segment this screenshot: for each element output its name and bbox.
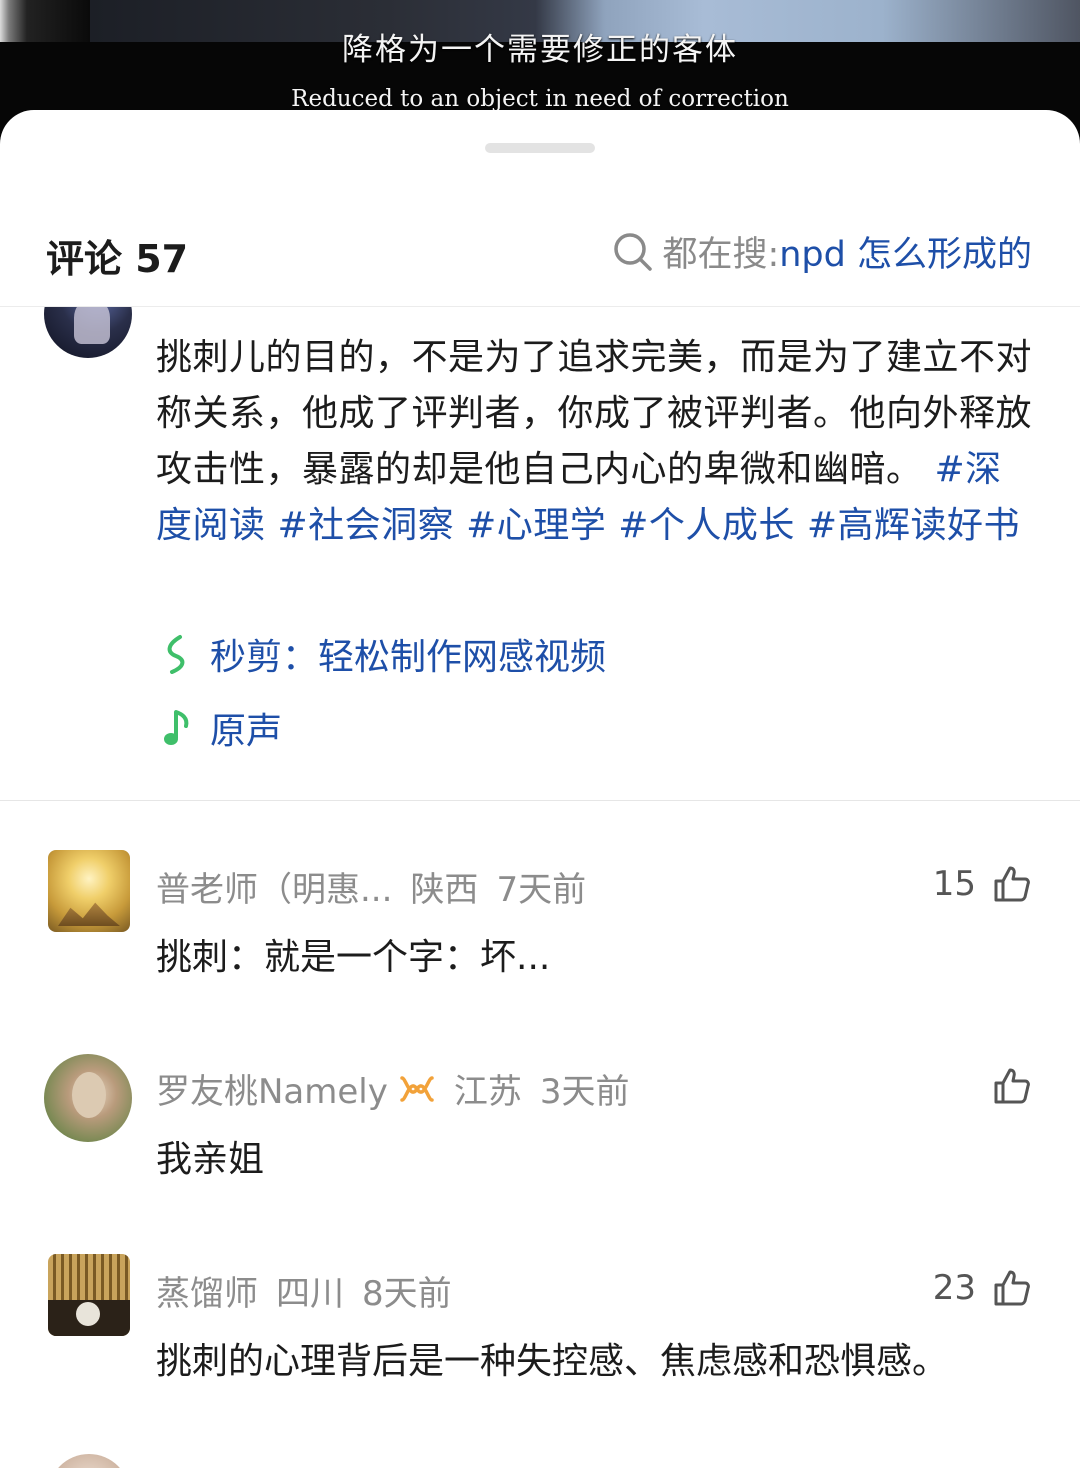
comment-region: 江苏 — [453, 1072, 522, 1112]
miaojian-label: 秒剪：轻松制作网感视频 — [210, 637, 607, 678]
drag-handle[interactable] — [485, 143, 595, 153]
comments-count-title: 评论 57 — [46, 237, 189, 281]
like-button[interactable]: 15 — [933, 864, 1032, 904]
comment-text: 挑刺：就是一个字：坏... — [156, 937, 551, 978]
search-suggestion[interactable]: 都在搜: npd 怎么形成的 — [612, 226, 1032, 277]
comment-item: 蒸馏师 四川 8天前 23 挑刺的心理背后是一种失控感、焦虑感和恐惧感。 — [0, 1254, 1080, 1386]
comment-meta: 普老师（明惠... 陕西 7天前 — [156, 862, 586, 911]
comment-username[interactable]: 普老师（明惠... — [156, 862, 392, 911]
thumbs-up-icon — [994, 866, 1030, 902]
comment-text: 挑刺的心理背后是一种失控感、焦虑感和恐惧感。 — [156, 1341, 949, 1382]
hashtag-link[interactable]: #高辉读好书 — [807, 505, 1020, 546]
comments-sheet: 评论 57 都在搜: npd 怎么形成的 挑刺儿的目的，不是为了追求完美，而是为… — [0, 110, 1080, 1468]
comments-list[interactable]: 挑刺儿的目的，不是为了追求完美，而是为了建立不对称关系，他成了评判者，你成了被评… — [0, 306, 1080, 1468]
comment-username[interactable]: 蒸馏师 — [156, 1266, 258, 1315]
original-sound-link[interactable]: 原声 — [160, 702, 282, 754]
hashtag-link[interactable]: #心理学 — [466, 505, 606, 546]
avatar[interactable] — [48, 1454, 130, 1468]
comment-meta: 罗友桃Namely 江苏 3天前 — [156, 1064, 630, 1113]
post-body: 挑刺儿的目的，不是为了追求完美，而是为了建立不对称关系，他成了评判者，你成了被评… — [156, 337, 1033, 490]
comment-time: 7天前 — [496, 870, 587, 910]
comment-time: 8天前 — [362, 1274, 452, 1314]
comment-item: 普老师（明惠... 陕西 7天前 15 挑刺：就是一个字：坏... — [0, 850, 1080, 982]
subtitle-english: Reduced to an object in need of correcti… — [291, 86, 789, 112]
avatar[interactable] — [48, 1254, 130, 1336]
like-count: 15 — [932, 864, 976, 904]
comment-region: 四川 — [276, 1274, 344, 1314]
thumbs-up-icon — [994, 1270, 1030, 1306]
original-sound-label: 原声 — [210, 711, 283, 752]
comment-text: 我亲姐 — [156, 1139, 265, 1180]
avatar[interactable] — [48, 850, 130, 932]
like-button[interactable] — [976, 1066, 1032, 1106]
avatar[interactable] — [44, 306, 132, 358]
comments-header: 评论 57 都在搜: npd 怎么形成的 — [0, 200, 1080, 307]
hashtag-link[interactable]: #社会洞察 — [277, 505, 454, 546]
infinity-badge-icon — [400, 1075, 434, 1102]
comment-time: 3天前 — [539, 1072, 630, 1112]
search-prefix: 都在搜: — [662, 235, 780, 275]
thumbs-up-icon — [994, 1068, 1030, 1104]
like-button[interactable]: 23 — [933, 1268, 1032, 1308]
like-count: 23 — [932, 1268, 976, 1308]
comment-item: 罗友桃Namely 江苏 3天前 我亲姐 — [0, 1054, 1080, 1184]
miaojian-icon — [160, 634, 194, 674]
search-query[interactable]: npd 怎么形成的 — [779, 226, 1032, 277]
comment-username[interactable]: 罗友桃Namely — [156, 1064, 388, 1113]
music-note-icon — [160, 708, 194, 748]
hashtag-link[interactable]: #个人成长 — [618, 505, 795, 546]
post-text: 挑刺儿的目的，不是为了追求完美，而是为了建立不对称关系，他成了评判者，你成了被评… — [156, 330, 1036, 554]
avatar[interactable] — [44, 1054, 132, 1142]
miaojian-link[interactable]: 秒剪：轻松制作网感视频 — [160, 628, 606, 680]
search-icon — [614, 232, 653, 271]
subtitle-chinese: 降格为一个需要修正的客体 — [342, 32, 738, 68]
comment-meta: 蒸馏师 四川 8天前 — [156, 1266, 452, 1315]
comment-region: 陕西 — [410, 870, 479, 910]
divider — [0, 800, 1080, 801]
